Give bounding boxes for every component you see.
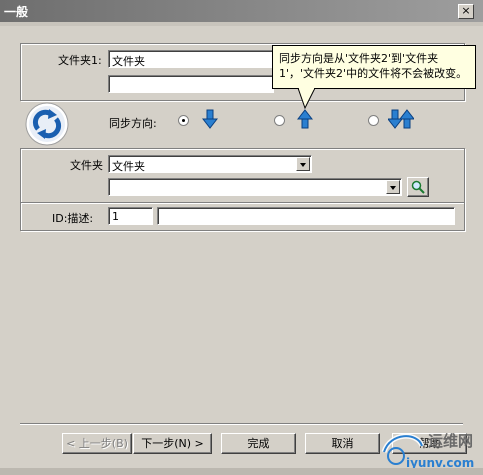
title-strip — [0, 22, 483, 26]
radio-direction-up[interactable] — [274, 115, 285, 126]
source-folder-input[interactable]: 文件夹 — [108, 50, 274, 68]
arrow-down-icon — [202, 109, 218, 129]
finish-button[interactable]: 完成 — [221, 433, 296, 454]
radio-direction-down[interactable] — [178, 115, 189, 126]
target-path-select[interactable] — [108, 178, 402, 196]
browse-button[interactable] — [407, 177, 429, 197]
arrow-up-icon — [297, 109, 313, 129]
sync-icon — [25, 102, 69, 146]
tooltip-tail — [297, 88, 316, 110]
next-button[interactable]: 下一步(N) > — [133, 433, 212, 454]
magnifier-icon — [411, 180, 425, 194]
description-input[interactable] — [157, 207, 455, 225]
title-bar: 一般 × — [0, 0, 483, 22]
direction-tooltip: 同步方向是从'文件夹2'到'文件夹1'，'文件夹2'中的文件将不会被改变。 — [272, 45, 476, 89]
source-path-input[interactable] — [108, 75, 274, 93]
watermark-text: 运维网 — [428, 432, 474, 450]
target-label: 文件夹 — [70, 159, 103, 172]
target-folder-select[interactable]: 文件夹 — [108, 155, 312, 173]
chevron-down-icon[interactable] — [386, 180, 400, 194]
radio-direction-both[interactable] — [368, 115, 379, 126]
cancel-button[interactable]: 取消 — [305, 433, 380, 454]
arrow-both-icon — [388, 109, 414, 129]
taskbar-strip — [0, 468, 483, 475]
watermark-logo: 运维网 iyunv.com — [380, 426, 480, 474]
source-label: 文件夹1: — [58, 54, 102, 67]
target-folder-value: 文件夹 — [112, 160, 145, 173]
window-title: 一般 — [4, 5, 29, 19]
button-separator — [20, 423, 463, 425]
direction-label: 同步方向: — [109, 117, 157, 130]
id-input[interactable]: 1 — [108, 207, 153, 225]
desc-label: ID:描述: — [52, 212, 94, 225]
close-button[interactable]: × — [458, 4, 474, 19]
prev-button[interactable]: < 上一步(B) — [62, 433, 132, 454]
chevron-down-icon[interactable] — [296, 157, 310, 171]
